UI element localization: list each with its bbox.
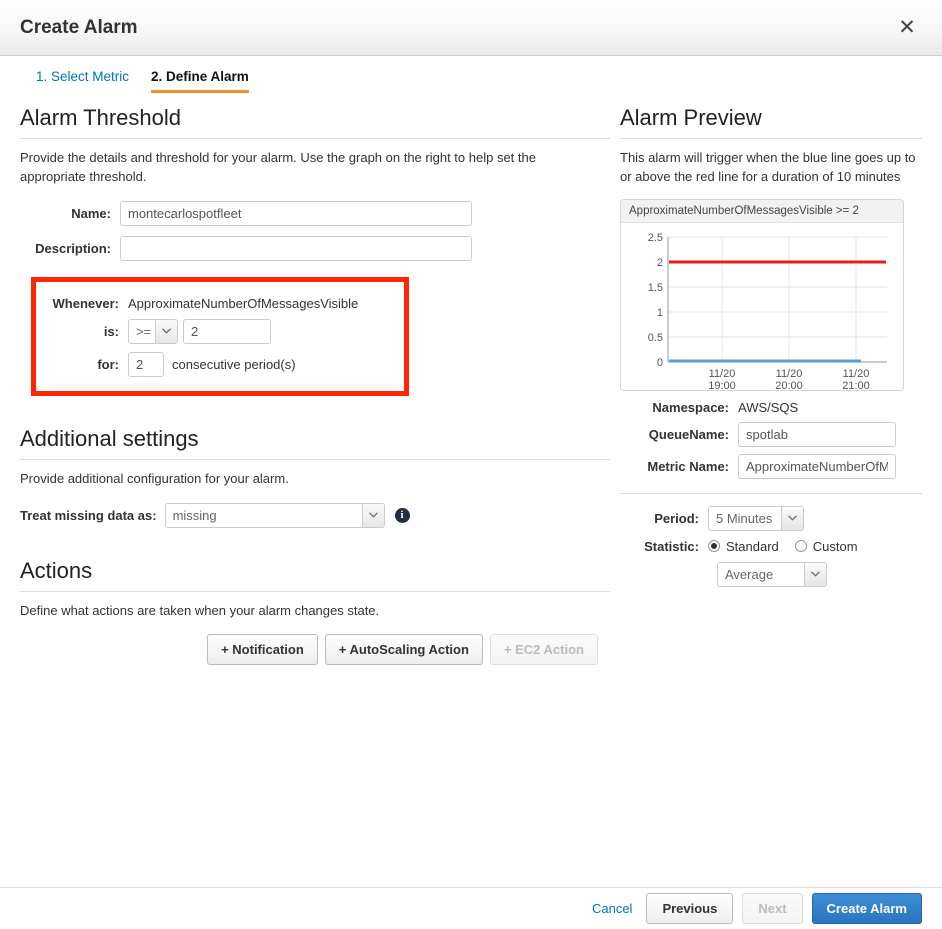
dialog-body: Alarm Threshold Provide the details and … [0, 93, 942, 666]
threshold-divider [20, 138, 610, 139]
namespace-value: AWS/SQS [738, 399, 799, 415]
consecutive-periods-label: consecutive period(s) [172, 356, 296, 372]
description-label: Description: [35, 240, 111, 256]
threshold-value-input[interactable] [183, 318, 271, 344]
period-row: Period: 5 Minutes [620, 505, 922, 531]
spacer-after-threshold [20, 396, 610, 426]
additional-settings-description: Provide additional configuration for you… [20, 470, 289, 486]
chart-svg: 2.5 2 1.5 1 0.5 0 11/20 19:00 11/20 20:0… [648, 232, 887, 390]
treat-missing-data-row: Treat missing data as: missing i [20, 502, 610, 528]
cancel-link[interactable]: Cancel [592, 901, 632, 916]
radio-standard-indicator [708, 540, 720, 553]
additional-settings-heading: Additional settings [20, 425, 199, 451]
left-column: Alarm Threshold Provide the details and … [0, 105, 610, 666]
statistic-label: Statistic: [644, 538, 699, 554]
queuename-row: QueueName: [620, 421, 922, 447]
namespace-row: Namespace: AWS/SQS [620, 400, 922, 415]
chart-title: ApproximateNumberOfMessagesVisible >= 2 [621, 199, 903, 223]
close-icon[interactable]: ✕ [890, 11, 924, 45]
svg-text:0.5: 0.5 [648, 332, 663, 344]
alarm-preview-heading: Alarm Preview [620, 105, 762, 130]
svg-text:2.5: 2.5 [648, 232, 663, 244]
tab-select-metric[interactable]: 1. Select Metric [36, 69, 129, 90]
whenever-metric-value: ApproximateNumberOfMessagesVisible [128, 295, 359, 311]
statistic-row: Statistic: Standard Custom [620, 539, 922, 554]
chevron-down-icon [361, 503, 384, 527]
chevron-down-icon [155, 319, 177, 343]
additional-divider [20, 458, 610, 460]
for-label: for: [97, 356, 119, 372]
comparison-operator-select[interactable]: >= [128, 318, 178, 344]
metricname-row: Metric Name: [620, 453, 922, 479]
add-ec2-action-button: + EC2 Action [489, 634, 598, 666]
period-select[interactable]: 5 Minutes [708, 505, 804, 531]
statistic-standard-label: Standard [726, 538, 779, 554]
svg-text:21:00: 21:00 [842, 380, 870, 390]
wizard-step-nav: 1. Select Metric 2. Define Alarm [0, 56, 942, 93]
preview-meta-divider [620, 492, 922, 494]
chart-plot-area: 2.5 2 1.5 1 0.5 0 11/20 19:00 11/20 20:0… [621, 222, 903, 390]
svg-text:11/20: 11/20 [843, 368, 870, 380]
svg-text:2: 2 [657, 257, 663, 269]
condition-highlight-box: Whenever: ApproximateNumberOfMessagesVis… [31, 276, 409, 396]
statistic-custom-radio[interactable]: Custom [794, 538, 858, 554]
alarm-preview-chart: ApproximateNumberOfMessagesVisible >= 2 [620, 198, 904, 391]
treat-missing-data-value: missing [172, 507, 217, 523]
dialog-footer: Cancel Previous Next Create Alarm [0, 887, 942, 929]
page-title: Create Alarm [20, 16, 138, 38]
svg-text:1.5: 1.5 [648, 282, 663, 294]
queuename-label: QueueName: [648, 426, 729, 442]
next-button: Next [742, 893, 803, 924]
period-label: Period: [654, 510, 699, 526]
action-buttons-row: + Notification + AutoScaling Action + EC… [20, 634, 610, 666]
actions-heading: Actions [20, 557, 93, 583]
name-label: Name: [71, 205, 111, 221]
create-alarm-button[interactable]: Create Alarm [811, 893, 922, 924]
radio-custom-indicator [794, 540, 807, 553]
svg-text:11/20: 11/20 [776, 368, 803, 380]
namespace-label: Namespace: [652, 399, 729, 415]
right-column: Alarm Preview This alarm will trigger wh… [610, 105, 942, 665]
previous-button[interactable]: Previous [646, 893, 734, 924]
alarm-name-input[interactable] [120, 200, 472, 226]
metricname-input[interactable] [738, 453, 896, 479]
evaluation-periods-input[interactable] [128, 351, 164, 377]
whenever-row: Whenever: ApproximateNumberOfMessagesVis… [36, 296, 404, 311]
statistic-function-select[interactable]: Average [717, 561, 827, 587]
for-row: for: consecutive period(s) [36, 351, 404, 377]
statistic-custom-label: Custom [812, 538, 858, 554]
name-row: Name: [20, 200, 610, 226]
statistic-standard-radio[interactable]: Standard [708, 539, 779, 554]
add-autoscaling-action-button[interactable]: + AutoScaling Action [324, 634, 483, 666]
actions-divider [20, 590, 610, 592]
alarm-threshold-heading: Alarm Threshold [20, 105, 181, 130]
alarm-threshold-description: Provide the details and threshold for yo… [20, 150, 536, 184]
queuename-input[interactable] [738, 421, 896, 447]
is-row: is: >= [36, 318, 404, 344]
svg-text:1: 1 [657, 307, 663, 319]
info-icon[interactable]: i [394, 507, 410, 523]
chevron-down-icon [804, 562, 826, 586]
alarm-description-input[interactable] [120, 235, 472, 261]
metricname-label: Metric Name: [647, 458, 729, 474]
statistic-function-row: Average [717, 561, 922, 589]
add-notification-button[interactable]: + Notification [207, 634, 318, 666]
spacer-after-additional [20, 528, 610, 558]
tab-define-alarm[interactable]: 2. Define Alarm [151, 69, 249, 93]
is-label: is: [103, 323, 119, 339]
description-row: Description: [20, 235, 610, 261]
dialog-title-bar: Create Alarm ✕ [0, 0, 942, 56]
treat-missing-data-select[interactable]: missing [164, 502, 385, 528]
whenever-label: Whenever: [52, 295, 119, 311]
svg-text:0: 0 [657, 357, 663, 369]
svg-text:11/20: 11/20 [709, 368, 736, 380]
chevron-down-icon [781, 506, 803, 530]
treat-missing-data-label: Treat missing data as: [20, 507, 157, 523]
svg-text:20:00: 20:00 [775, 380, 803, 390]
svg-text:19:00: 19:00 [708, 380, 736, 390]
actions-description: Define what actions are taken when your … [20, 602, 380, 618]
alarm-preview-description: This alarm will trigger when the blue li… [620, 150, 916, 184]
preview-divider [620, 138, 922, 139]
